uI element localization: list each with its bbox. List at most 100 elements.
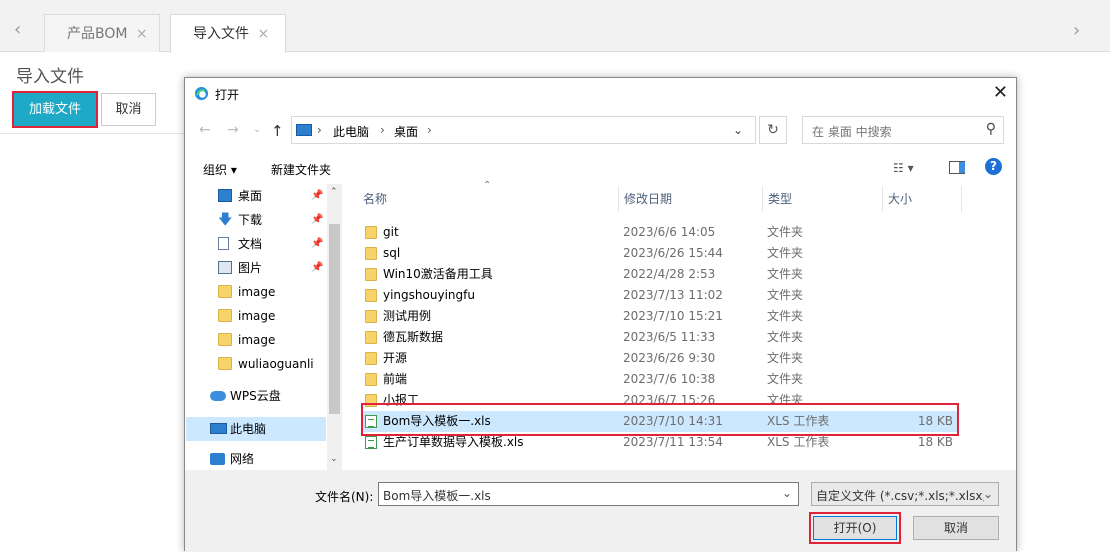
tab-bar: ‹ 产品BOM × 导入文件 × [0,0,1110,53]
tab-product-bom[interactable]: 产品BOM × [44,14,160,52]
navigation-pane: ⌃ ⌄ 桌面 📌 🡇 下载 📌 文档 📌 图片 📌 image image im… [186,184,342,470]
file-row[interactable]: sql 2023/6/26 15:44 文件夹 [361,243,957,264]
close-icon[interactable]: × [257,26,269,42]
sidebar-item-pictures[interactable]: 图片 📌 [186,256,326,280]
back-arrow-icon[interactable]: ← [199,122,211,138]
breadcrumb-this-pc[interactable]: 此电脑 [333,123,369,140]
pin-icon: 📌 [311,262,324,273]
tab-import-file[interactable]: 导入文件 × [170,14,286,53]
recent-chevron-icon[interactable]: ⌄ [253,124,261,135]
chevron-down-icon[interactable]: ⌄ [733,123,743,137]
excel-file-icon [365,436,377,449]
file-type-value: 自定义文件 (*.csv;*.xls;*.xlsx;*. [816,489,984,503]
folder-icon [365,373,377,386]
scroll-up-icon[interactable]: ⌃ [330,187,338,197]
download-icon: 🡇 [218,212,233,228]
folder-icon [365,268,377,281]
column-header-type[interactable]: 类型 [768,190,792,207]
file-type-select[interactable]: 自定义文件 (*.csv;*.xls;*.xlsx;*. ⌄ [811,482,999,506]
dialog-cancel-button[interactable]: 取消 [913,516,999,540]
sidebar-item-network[interactable]: 网络 [186,448,326,470]
breadcrumb-desktop[interactable]: 桌面 [394,123,418,140]
pin-icon: 📌 [311,190,324,201]
pin-icon: 📌 [311,238,324,249]
close-icon[interactable]: × [136,26,148,42]
load-file-button[interactable]: 加载文件 [12,91,98,128]
sidebar-item-image[interactable]: image [186,280,326,304]
edge-logo-icon [194,86,209,101]
folder-icon [365,289,377,302]
file-row[interactable]: yingshouyingfu 2023/7/13 11:02 文件夹 [361,285,957,306]
divider [0,133,184,134]
sidebar-item-this-pc[interactable]: 此电脑 [186,417,326,441]
scroll-down-icon[interactable]: ⌄ [330,454,338,464]
address-row: ← → ⌄ ↑ › 此电脑 › 桌面 › ⌄ ↻ 在 桌面 中搜索 ⚲ [185,114,1016,146]
filename-value: Bom导入模板一.xls [383,489,491,503]
folder-icon [218,357,232,370]
pin-icon: 📌 [311,214,324,225]
search-icon: ⚲ [985,121,996,137]
close-icon[interactable]: ✕ [993,82,1008,104]
preview-pane-icon[interactable] [949,161,965,174]
filename-input[interactable]: Bom导入模板一.xls ⌄ [378,482,799,506]
tab-label: 导入文件 [193,26,249,42]
cloud-icon [210,391,226,401]
network-icon [210,453,225,465]
tab-label: 产品BOM [67,26,128,42]
file-row[interactable]: 德瓦斯数据 2023/6/5 11:33 文件夹 [361,327,957,348]
folder-icon [218,285,232,298]
sort-ascending-icon: ⌃ [483,180,492,191]
file-row[interactable]: 开源 2023/6/26 9:30 文件夹 [361,348,957,369]
sidebar-item-image[interactable]: image [186,328,326,352]
column-header-modified[interactable]: 修改日期 [624,190,672,207]
dialog-title: 打开 [215,88,240,102]
column-header-size[interactable]: 大小 [888,190,912,207]
help-icon[interactable]: ? [985,158,1002,175]
desktop-icon [218,189,232,202]
address-bar[interactable]: › 此电脑 › 桌面 › ⌄ [291,116,756,144]
tabs-scroll-right-button[interactable]: › [1073,20,1080,41]
cancel-button[interactable]: 取消 [101,93,156,126]
sidebar-item-image[interactable]: image [186,304,326,328]
page-title: 导入文件 [16,67,84,87]
open-file-dialog: 打开 ✕ ← → ⌄ ↑ › 此电脑 › 桌面 › ⌄ ↻ 在 桌面 中搜索 ⚲… [184,77,1017,552]
folder-icon [218,309,232,322]
file-row[interactable]: git 2023/6/6 14:05 文件夹 [361,222,957,243]
computer-icon [296,124,312,136]
file-row[interactable]: 前端 2023/7/6 10:38 文件夹 [361,369,957,390]
dialog-footer: 文件名(N): Bom导入模板一.xls ⌄ 自定义文件 (*.csv;*.xl… [185,470,1016,552]
sidebar-item-downloads[interactable]: 🡇 下载 📌 [186,208,326,232]
sidebar-item-documents[interactable]: 文档 📌 [186,232,326,256]
folder-icon [365,331,377,344]
sidebar-item-wps-cloud[interactable]: WPS云盘 [186,384,326,408]
search-input[interactable]: 在 桌面 中搜索 ⚲ [802,116,1004,144]
chevron-down-icon[interactable]: ⌄ [983,487,993,501]
column-header-name[interactable]: 名称 [363,190,387,207]
folder-icon [365,310,377,323]
computer-icon [210,423,227,434]
search-placeholder: 在 桌面 中搜索 [812,125,892,139]
file-row[interactable]: 测试用例 2023/7/10 15:21 文件夹 [361,306,957,327]
selection-highlight-box [361,403,959,436]
document-icon [218,237,229,250]
view-options-icon[interactable]: ☷ ▾ [893,161,914,175]
sidebar-item-wuliaoguanli[interactable]: wuliaoguanli [186,352,326,376]
folder-icon [365,352,377,365]
organize-menu[interactable]: 组织 ▾ [203,161,237,178]
open-button[interactable]: 打开(O) [809,512,901,544]
chevron-down-icon[interactable]: ⌄ [782,486,792,500]
refresh-icon[interactable]: ↻ [759,116,787,144]
folder-icon [365,247,377,260]
folder-icon [218,333,232,346]
up-arrow-icon[interactable]: ↑ [271,122,284,140]
folder-icon [365,226,377,239]
new-folder-button[interactable]: 新建文件夹 [271,161,331,178]
nav-scrollbar-thumb[interactable] [329,224,340,414]
dialog-titlebar[interactable]: 打开 ✕ [185,78,1016,110]
dialog-toolbar: 组织 ▾ 新建文件夹 ☷ ▾ ? [185,152,1016,184]
file-row[interactable]: Win10激活备用工具 2022/4/28 2:53 文件夹 [361,264,957,285]
sidebar-item-desktop[interactable]: 桌面 📌 [186,184,326,208]
tabs-scroll-left-button[interactable]: ‹ [14,20,21,40]
forward-arrow-icon[interactable]: → [227,122,239,138]
picture-icon [218,261,232,274]
